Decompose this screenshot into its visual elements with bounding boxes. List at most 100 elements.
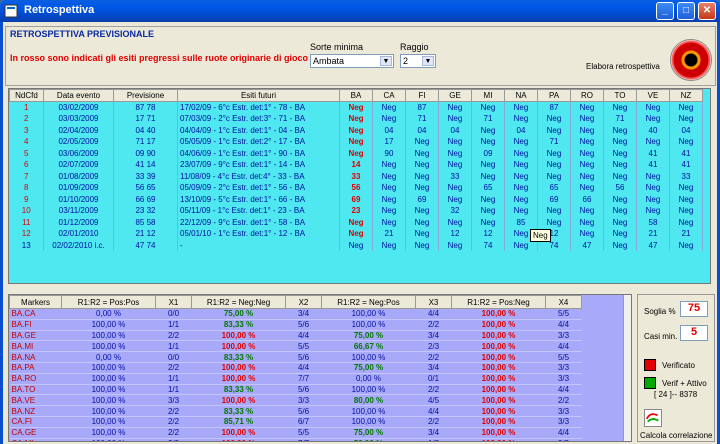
grid2-row[interactable]: BA.NZ 100,00 % 2/2 83,33 % 5/6 100,00 % 4/4 100…	[9, 405, 582, 417]
grid1-cell: Neg	[438, 239, 472, 251]
grid1-row[interactable]: 6 02/07/2009 41 14 23/07/09 - 9°c Estr. det…	[9, 159, 703, 171]
grid1-row[interactable]: 2 03/03/2009 17 71 07/03/09 - 2°c Estr. det…	[9, 113, 703, 125]
grid1-cell: Neg	[669, 205, 703, 217]
grid1-row[interactable]: 12 02/01/2010 21 12 05/01/10 - 1°c Estr. de…	[9, 228, 703, 240]
grid2-row[interactable]: CA.GE 100,00 % 2/2 100,00 % 5/5 75,00 % 3/4 100…	[9, 427, 582, 439]
grid1-header[interactable]: MI	[471, 89, 505, 102]
grid1-cell: 66 69	[113, 193, 178, 205]
grid1-header[interactable]: Data evento	[43, 89, 114, 102]
sorte-select[interactable]: Ambata ▼	[310, 54, 394, 68]
grid2-cell: 100,00 %	[61, 405, 156, 417]
grid1-header[interactable]: NZ	[669, 89, 703, 102]
grid1-cell: 1	[9, 101, 44, 113]
grid1-header[interactable]: TO	[603, 89, 637, 102]
grid1-header[interactable]: NdCfd	[9, 89, 44, 102]
grid1-cell: Neg	[372, 193, 406, 205]
grid1-cell: Neg	[570, 101, 604, 113]
grid2-row[interactable]: BA.VE 100,00 % 3/3 100,00 % 3/3 80,00 % 4/5 100…	[9, 394, 582, 407]
grid2-header[interactable]: X3	[415, 295, 452, 309]
verif-range: [ 24 ]-- 8378	[654, 390, 698, 399]
raggio-select[interactable]: 2 ▼	[400, 54, 436, 68]
grid2-row[interactable]: BA.NA 0,00 % 0/0 83,33 % 5/6 100,00 % 2/2 100,0…	[9, 351, 582, 363]
markers-scrollbar[interactable]	[623, 295, 631, 441]
soglia-input[interactable]: 75	[680, 301, 708, 317]
grid2-cell: 0/0	[155, 351, 192, 363]
grid2-cell: 100,00 %	[451, 351, 546, 363]
grid1-cell: 71	[405, 113, 439, 125]
grid1-row[interactable]: 5 03/06/2009 09 90 04/06/09 - 1°c Estr. det…	[9, 147, 703, 159]
grid2-cell: 0,00 %	[61, 351, 156, 363]
grid1-cell: Neg	[339, 216, 373, 228]
grid2-row[interactable]: BA.TO 100,00 % 1/1 83,33 % 5/6 100,00 % 2/2 100…	[9, 384, 582, 396]
grid1-cell: Neg	[570, 147, 604, 159]
grid2-row[interactable]: BA.FI 100,00 % 1/1 83,33 % 5/6 100,00 % 2/2 100…	[9, 319, 582, 331]
tooltip: Neg	[530, 229, 551, 242]
grid2-cell: 1/1	[155, 373, 192, 385]
grid2-cell: CA.MI	[9, 438, 62, 441]
grid2-row[interactable]: BA.GE 100,00 % 2/2 100,00 % 4/4 75,00 % 3/4 100…	[9, 330, 582, 342]
grid2-header[interactable]: X1	[155, 295, 192, 309]
grid2-header[interactable]: R1:R2 = Pos:Neg	[451, 295, 546, 309]
grid1-header[interactable]: Esiti futuri	[177, 89, 340, 102]
minimize-button[interactable]: _	[656, 2, 674, 20]
grid2-header[interactable]: X4	[545, 295, 582, 309]
grid1-header[interactable]: RO	[570, 89, 604, 102]
grid2-header[interactable]: R1:R2 = Neg:Neg	[191, 295, 286, 309]
grid1-cell: Neg	[669, 182, 703, 194]
grid2-cell: 100,00 %	[61, 394, 156, 407]
grid1-row[interactable]: 11 01/12/2009 85 58 22/12/09 - 9°c Estr. de…	[9, 216, 703, 228]
markers-grid[interactable]: Markers R1:R2 = Pos:Pos X1 R1:R2 = Neg:Neg X…	[8, 294, 632, 442]
grid1-header[interactable]: VE	[636, 89, 670, 102]
grid1-header[interactable]: FI	[405, 89, 439, 102]
grid2-row[interactable]: CA.FI 100,00 % 2/2 85,71 % 6/7 100,00 % 2/2 100…	[9, 416, 582, 428]
grid1-header[interactable]: CA	[372, 89, 406, 102]
grid1-cell: 3	[9, 124, 44, 136]
casi-input[interactable]: 5	[680, 325, 708, 341]
grid1-row[interactable]: 8 01/09/2009 56 65 05/09/09 - 2°c Estr. det…	[9, 182, 703, 194]
grid1-cell: 47 74	[113, 239, 178, 251]
grid2-row[interactable]: BA.RO 100,00 % 1/1 100,00 % 7/7 0,00 % 0/1 100,…	[9, 373, 582, 385]
grid1-row[interactable]: 10 03/11/2009 23 32 05/11/09 - 1°c Estr. de…	[9, 205, 703, 217]
grid1-header[interactable]: NA	[504, 89, 538, 102]
grid1-row[interactable]: 7 01/08/2009 33 39 11/08/09 - 4°c Estr. det…	[9, 170, 703, 182]
grid2-cell: 4/4	[415, 405, 452, 417]
grid1-row[interactable]: 3 02/04/2009 04 40 04/04/09 - 1°c Estr. det…	[9, 124, 703, 136]
grid2-cell: 3/3	[545, 373, 582, 385]
grid1-header[interactable]: PA	[537, 89, 571, 102]
elabora-button[interactable]	[670, 39, 712, 81]
grid2-cell: 5/5	[285, 340, 322, 353]
grid2-cell: 83,33 %	[191, 405, 286, 417]
grid2-cell: 100,00 %	[451, 384, 546, 396]
close-button[interactable]: ✕	[698, 2, 716, 20]
chevron-down-icon[interactable]: ▼	[380, 56, 392, 66]
grid2-header[interactable]: Markers	[9, 295, 62, 309]
chevron-down-icon[interactable]: ▼	[422, 56, 434, 66]
grid1-cell: Neg	[405, 216, 439, 228]
grid1-cell: 69	[537, 193, 571, 205]
grid2-header[interactable]: X2	[285, 295, 322, 309]
grid2-header[interactable]: R1:R2 = Neg:Pos	[321, 295, 416, 309]
retrospettiva-grid[interactable]: NdCfd Data evento Previsione Esiti futuri BA…	[8, 88, 711, 284]
grid1-row[interactable]: 1 03/02/2009 87 78 17/02/09 - 6°c Estr. det…	[9, 101, 703, 113]
grid1-cell: 41	[636, 159, 670, 171]
grid2-cell: 100,00 %	[321, 351, 416, 363]
grid1-cell: Neg	[405, 147, 439, 159]
grid1-cell: Neg	[372, 239, 406, 251]
maximize-button[interactable]: □	[677, 2, 695, 20]
grid1-header[interactable]: Previsione	[113, 89, 178, 102]
grid2-header[interactable]: R1:R2 = Pos:Pos	[61, 295, 156, 309]
calcola-icon[interactable]	[644, 409, 662, 427]
grid2-row[interactable]: BA.CA 0,00 % 0/0 75,00 % 3/4 100,00 % 4/4 100,0…	[9, 308, 582, 320]
grid2-row[interactable]: BA.PA 100,00 % 2/2 100,00 % 4/4 75,00 % 3/4 100…	[9, 362, 582, 374]
grid1-header[interactable]: GE	[438, 89, 472, 102]
grid2-cell: BA.MI	[9, 340, 62, 353]
grid2-row[interactable]: BA.MI 100,00 % 1/1 100,00 % 5/5 66,67 % 2/3 100…	[9, 340, 582, 353]
grid1-cell: 69	[405, 193, 439, 205]
grid1-row[interactable]: 4 02/05/2009 71 17 05/05/09 - 1°c Estr. det…	[9, 136, 703, 148]
grid2-cell: 83,33 %	[191, 351, 286, 363]
grid2-row[interactable]: CA.MI100,00 %2/2100,00 %7/750,00 %1/2100…	[9, 438, 582, 441]
grid2-cell: 75,00 %	[321, 427, 416, 439]
grid1-row[interactable]: 9 01/10/2009 66 69 13/10/09 - 5°c Estr. det…	[9, 193, 703, 205]
grid1-row[interactable]: 13 02/02/2010 i.c. 47 74- Neg Neg Neg Neg 74 Neg…	[9, 239, 703, 251]
grid1-header[interactable]: BA	[339, 89, 373, 102]
